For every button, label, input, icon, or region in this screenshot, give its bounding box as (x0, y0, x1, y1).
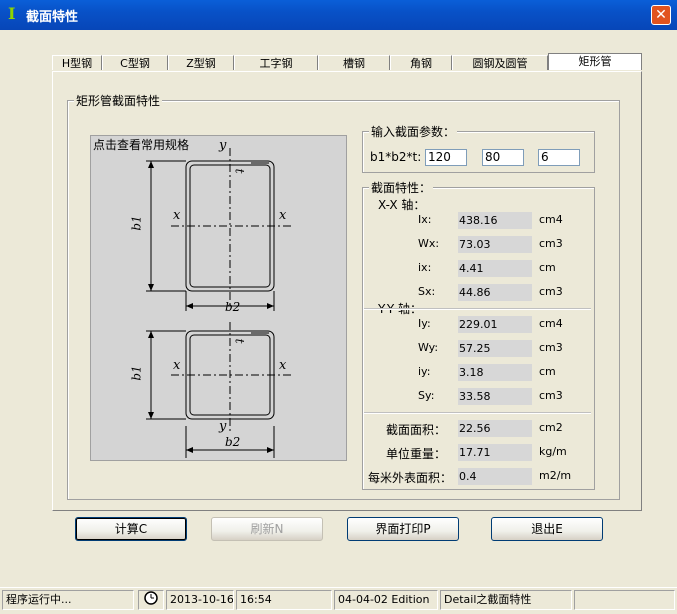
status-date: 2013-10-16 (166, 590, 234, 610)
separator-xy (364, 308, 591, 310)
tab-h-steel[interactable]: H型钢 (52, 55, 102, 70)
tab-rect-tube[interactable]: 矩形管 (548, 53, 642, 70)
label-b2-top: b2 (225, 300, 241, 314)
clock-icon (138, 590, 164, 610)
calculate-button[interactable]: 计算C (75, 517, 187, 541)
ix-radius-label: ix: (418, 261, 432, 274)
refresh-button[interactable]: 刷新N (211, 517, 323, 541)
label-t-bottom: t (232, 338, 247, 344)
label-x-right-top: x (279, 208, 287, 223)
area-label: 截面面积： (386, 423, 447, 437)
ix-value: 438.16 (458, 212, 532, 229)
t-input[interactable]: 6 (538, 149, 580, 166)
label-x-left-bottom: x (173, 358, 181, 373)
tab-angle[interactable]: 角钢 (390, 55, 452, 70)
section-diagram[interactable]: 点击查看常用规格 y x x t b1 b2 x x t b1 y b2 (90, 135, 347, 461)
app-icon: I (8, 4, 16, 23)
weight-label: 单位重量： (386, 447, 447, 461)
label-b2-bottom: b2 (225, 435, 241, 449)
iy-radius-unit: cm (539, 365, 556, 378)
b1b2t-label: b1*b2*t: (370, 150, 422, 164)
iy-value: 229.01 (458, 316, 532, 333)
dialog-window: I 截面特性 ✕ H型钢 C型钢 Z型钢 工字钢 槽钢 角钢 圆钢及圆管 矩形管… (0, 0, 677, 614)
ix-radius-unit: cm (539, 261, 556, 274)
tab-round-tube[interactable]: 圆钢及圆管 (452, 55, 548, 70)
iy-unit: cm4 (539, 317, 563, 330)
wx-value: 73.03 (458, 236, 532, 253)
iy-radius-label: iy: (418, 365, 431, 378)
input-group-title: 输入截面参数： (369, 123, 458, 140)
label-t-top: t (232, 168, 247, 174)
b2-input[interactable]: 80 (482, 149, 524, 166)
weight-value: 17.71 (458, 444, 532, 461)
separator-yy-area (364, 412, 591, 414)
label-y-bottom: y (219, 419, 227, 434)
iy-radius-value: 3.18 (458, 364, 532, 381)
print-button[interactable]: 界面打印P (347, 517, 459, 541)
wy-value: 57.25 (458, 340, 532, 357)
surface-value: 0.4 (458, 468, 532, 485)
ix-radius-value: 4.41 (458, 260, 532, 277)
window-title: 截面特性 (26, 10, 79, 25)
weight-unit: kg/m (539, 445, 567, 458)
wx-label: Wx: (418, 237, 440, 250)
surface-label: 每米外表面积： (368, 471, 453, 485)
surface-unit: m2/m (539, 469, 572, 482)
tab-c-steel[interactable]: C型钢 (102, 55, 168, 70)
title-bar[interactable]: I 截面特性 ✕ (0, 0, 677, 30)
wx-unit: cm3 (539, 237, 563, 250)
sx-label: Sx: (418, 285, 436, 298)
status-time: 16:54 (236, 590, 332, 610)
label-y-top: y (219, 138, 227, 153)
wy-label: Wy: (418, 341, 439, 354)
close-button[interactable]: ✕ (651, 5, 671, 25)
rect-tube-drawing (146, 148, 291, 458)
tab-z-steel[interactable]: Z型钢 (168, 55, 234, 70)
area-value: 22.56 (458, 420, 532, 437)
sx-value: 44.86 (458, 284, 532, 301)
tab-i-beam[interactable]: 工字钢 (234, 55, 318, 70)
wy-unit: cm3 (539, 341, 563, 354)
label-x-right-bottom: x (279, 358, 287, 373)
section-group-title: 矩形管截面特性 (74, 92, 163, 109)
status-empty (574, 590, 675, 610)
sy-value: 33.58 (458, 388, 532, 405)
tab-channel[interactable]: 槽钢 (318, 55, 390, 70)
label-b1-bottom: b1 (129, 365, 144, 381)
status-bar: 程序运行中... 2013-10-16 16:54 04-04-02 Editi… (0, 587, 677, 614)
status-edition: 04-04-02 Edition (334, 590, 438, 610)
sy-unit: cm3 (539, 389, 563, 402)
ix-unit: cm4 (539, 213, 563, 226)
b1-input[interactable]: 120 (425, 149, 467, 166)
sx-unit: cm3 (539, 285, 563, 298)
status-running: 程序运行中... (2, 590, 134, 610)
props-group-title: 截面特性： (369, 179, 434, 196)
exit-button[interactable]: 退出E (491, 517, 603, 541)
iy-label: Iy: (418, 317, 431, 330)
area-unit: cm2 (539, 421, 563, 434)
label-b1-top: b1 (129, 215, 144, 231)
xx-axis-title: X-X 轴： (378, 198, 426, 212)
ix-label: Ix: (418, 213, 432, 226)
status-detail: Detail之截面特性 (440, 590, 572, 610)
label-x-left-top: x (173, 208, 181, 223)
sy-label: Sy: (418, 389, 435, 402)
